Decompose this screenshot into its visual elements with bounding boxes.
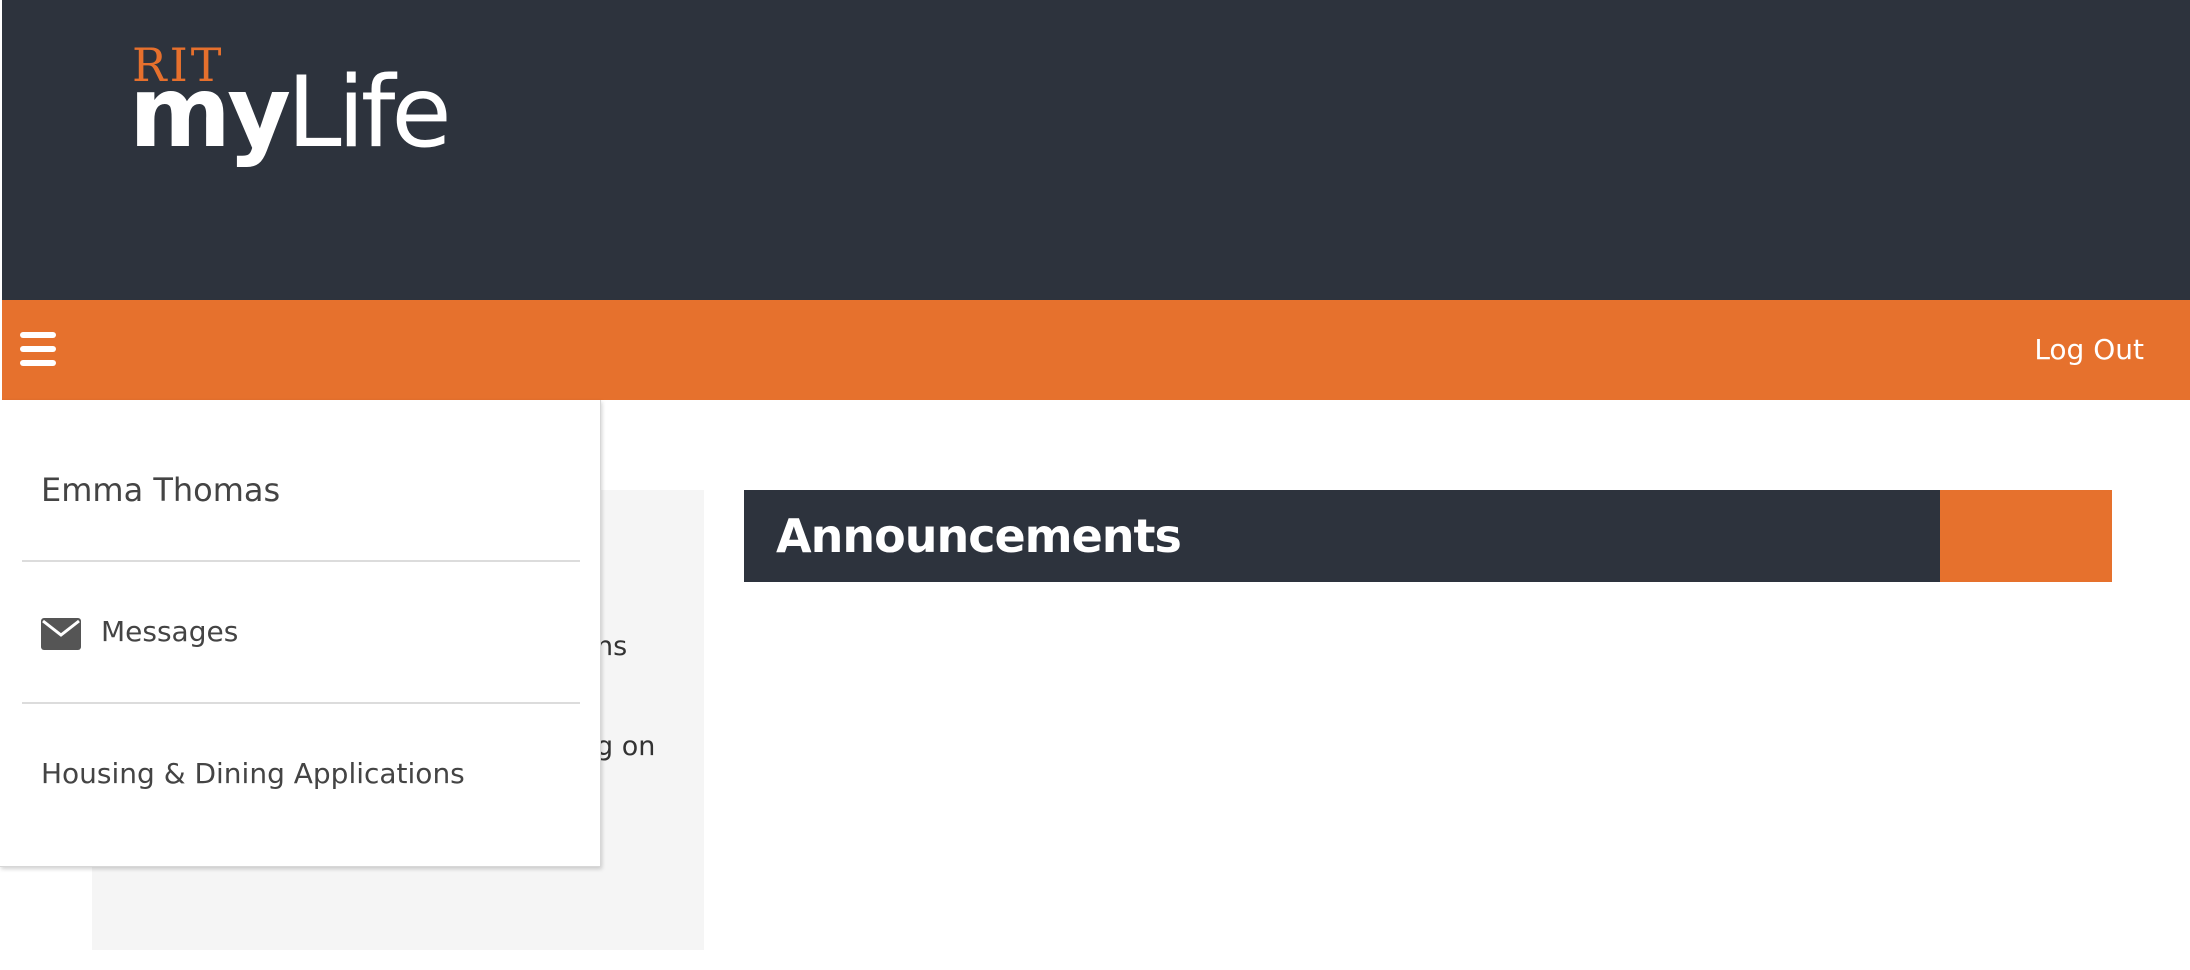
logo-life-text: Life	[287, 56, 452, 170]
envelope-icon	[41, 618, 81, 650]
hamburger-menu-icon[interactable]	[20, 332, 58, 368]
panel-text-line-2: g on	[596, 731, 656, 762]
logo-mylife-text: myLife	[129, 64, 452, 162]
announcements-accent-block	[1940, 490, 2112, 582]
top-navbar: Log Out	[2, 300, 2190, 400]
drawer-item-messages[interactable]: Messages	[41, 614, 541, 654]
logo-my-text: my	[129, 56, 291, 170]
rit-mylife-logo[interactable]: RIT myLife	[129, 36, 452, 186]
announcements-title: Announcements	[776, 509, 1182, 563]
drawer-divider	[22, 560, 580, 562]
drawer-item-housing-dining[interactable]: Housing & Dining Applications	[41, 756, 465, 792]
drawer-divider	[22, 702, 580, 704]
drawer-item-label: Messages	[101, 615, 239, 648]
site-header: RIT myLife	[2, 0, 2190, 300]
drawer-user-name[interactable]: Emma Thomas	[41, 470, 280, 510]
side-drawer-menu: Emma Thomas Messages Housing & Dining Ap…	[0, 400, 601, 867]
menu-bar-top	[20, 332, 56, 338]
page: RIT myLife Log Out ns g on Announcements…	[0, 0, 2190, 970]
menu-bar-bottom	[20, 360, 56, 366]
announcements-header: Announcements	[744, 490, 1940, 582]
logout-link[interactable]: Log Out	[2034, 332, 2144, 368]
menu-bar-middle	[20, 346, 56, 352]
